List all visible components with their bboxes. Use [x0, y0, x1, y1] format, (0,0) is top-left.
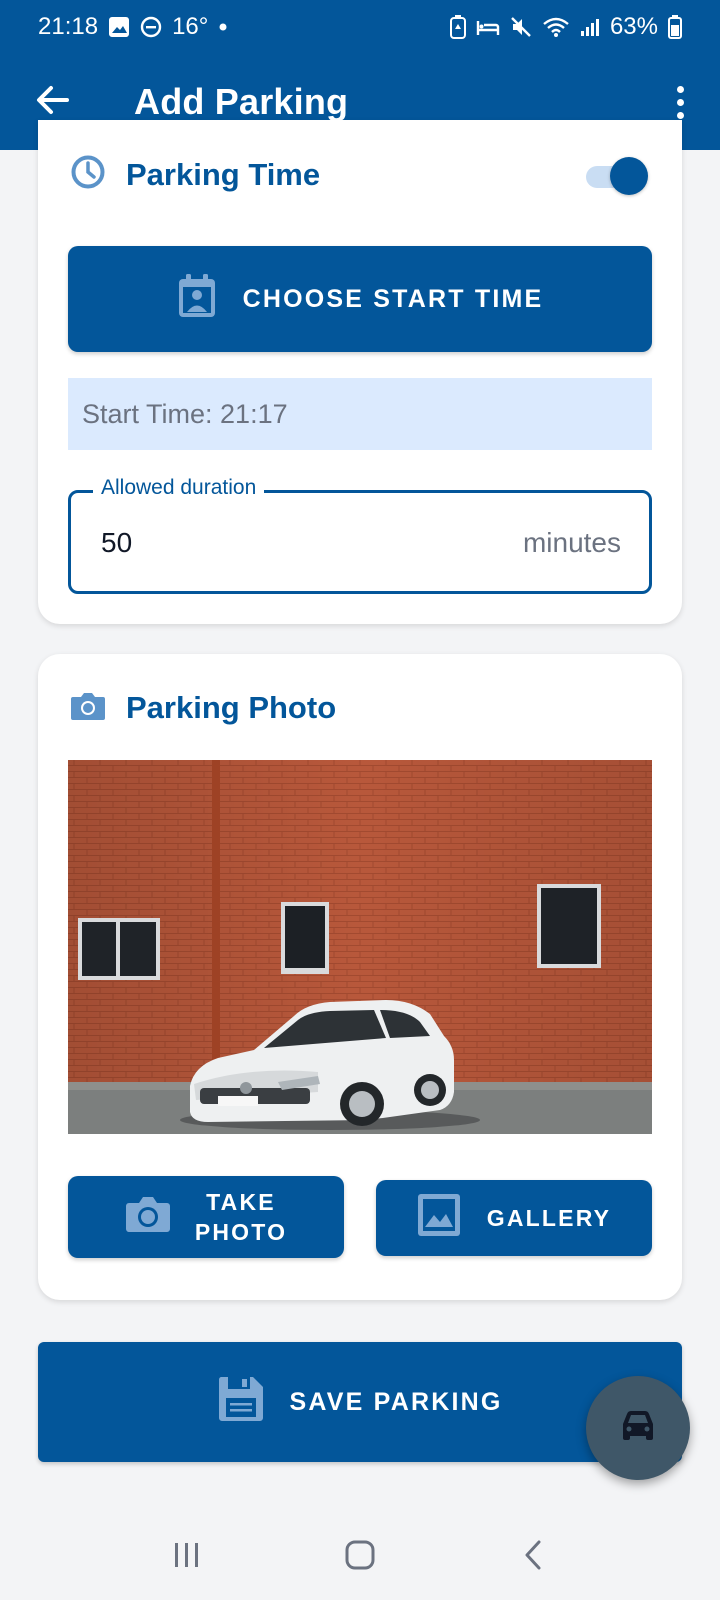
clock-icon — [70, 154, 106, 195]
car-icon — [620, 1410, 656, 1447]
mute-icon — [510, 16, 532, 38]
status-bar: 21:18 16° 63% — [0, 0, 720, 54]
battery-icon — [668, 15, 682, 39]
do-not-disturb-icon — [140, 16, 162, 38]
allowed-duration-label: Allowed duration — [93, 476, 265, 500]
dot-icon — [218, 22, 228, 32]
image-icon — [417, 1193, 461, 1243]
status-temperature: 16° — [172, 13, 209, 40]
gallery-icon — [108, 16, 130, 38]
parking-photo-image — [68, 760, 652, 1134]
calendar-person-icon — [177, 273, 217, 326]
back-icon[interactable] — [503, 1525, 563, 1585]
save-parking-label: SAVE PARKING — [289, 1387, 503, 1416]
parking-time-header: Parking Time — [70, 154, 320, 195]
allowed-duration-field[interactable]: Allowed duration minutes — [68, 476, 652, 594]
camera-icon — [70, 691, 106, 726]
take-photo-label: TAKE PHOTO — [195, 1187, 287, 1247]
wifi-icon — [542, 16, 570, 38]
status-battery-percent: 63% — [609, 13, 658, 40]
take-photo-label-line2: PHOTO — [194, 1219, 288, 1245]
parking-photo-title: Parking Photo — [126, 690, 337, 725]
take-photo-button[interactable]: TAKE PHOTO — [68, 1176, 344, 1258]
bed-icon — [476, 17, 500, 37]
save-parking-button[interactable]: SAVE PARKING — [38, 1342, 682, 1462]
status-time: 21:18 — [38, 13, 99, 40]
home-icon[interactable] — [330, 1525, 390, 1585]
floppy-disk-icon — [218, 1376, 264, 1429]
recents-icon[interactable] — [157, 1525, 217, 1585]
parking-time-card: Parking Time CHOOSE START TIME Start Tim… — [38, 120, 682, 624]
signal-icon — [580, 17, 600, 37]
duration-unit: minutes — [522, 527, 621, 558]
start-time-display: Start Time: 21:17 — [68, 378, 652, 450]
gallery-label: GALLERY — [486, 1204, 612, 1231]
allowed-duration-input[interactable] — [101, 527, 401, 559]
gallery-button[interactable]: GALLERY — [376, 1180, 652, 1256]
parking-time-toggle[interactable] — [584, 156, 648, 196]
parking-photo-header: Parking Photo — [70, 690, 336, 726]
page-title: Add Parking — [134, 81, 349, 122]
take-photo-label-line1: TAKE — [206, 1189, 276, 1215]
system-nav-bar — [0, 1510, 720, 1600]
arrow-left-icon — [35, 85, 69, 120]
battery-saver-icon — [449, 15, 466, 39]
car-fab-button[interactable] — [586, 1376, 690, 1480]
parking-photo-card: Parking Photo TAKE PHOTO GALLERY — [38, 654, 682, 1300]
choose-start-time-label: CHOOSE START TIME — [242, 284, 544, 313]
camera-icon — [125, 1195, 171, 1239]
parking-time-title: Parking Time — [126, 156, 321, 192]
choose-start-time-button[interactable]: CHOOSE START TIME — [68, 246, 652, 352]
